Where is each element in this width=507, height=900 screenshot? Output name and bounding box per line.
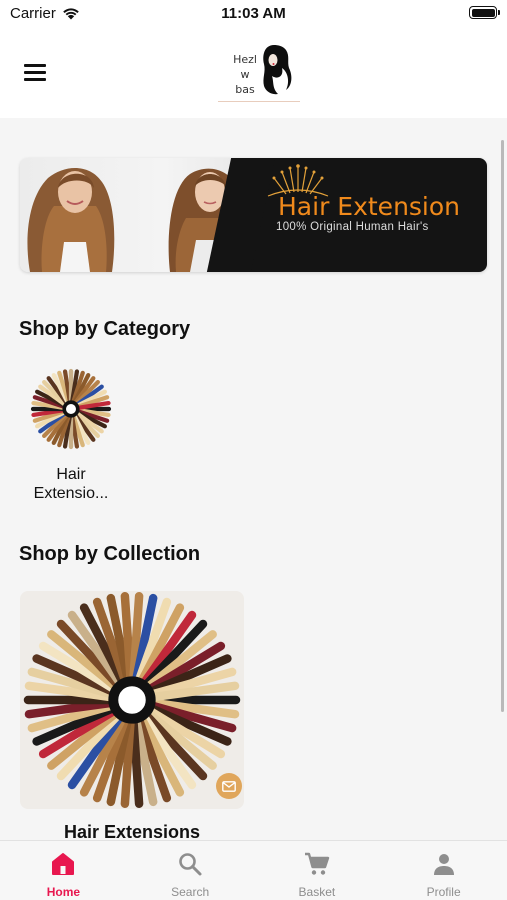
app-header: Hezl w bas xyxy=(0,28,507,118)
mail-icon xyxy=(222,780,236,792)
scrollbar[interactable] xyxy=(501,140,504,712)
category-section-title: Shop by Category xyxy=(19,318,191,340)
tab-profile[interactable]: Profile xyxy=(380,841,507,900)
hair-swatch-wheel-image xyxy=(23,591,241,809)
logo-text: Hezl w bas xyxy=(233,53,257,96)
brand-logo[interactable]: Hezl w bas xyxy=(218,40,300,102)
status-bar: Carrier 11:03 AM xyxy=(0,0,507,28)
mail-button[interactable] xyxy=(216,773,242,799)
menu-button[interactable] xyxy=(24,64,46,81)
collection-card-hair-extensions[interactable] xyxy=(20,591,244,809)
tab-basket[interactable]: Basket xyxy=(254,841,381,900)
search-icon xyxy=(179,853,202,876)
menu-icon-bar xyxy=(24,64,46,67)
bottom-tab-bar: Home Search Basket Profile xyxy=(0,840,507,900)
home-icon xyxy=(52,853,75,875)
tab-label: Basket xyxy=(298,885,336,899)
home-content[interactable]: Hair Extension 100% Original Human Hair'… xyxy=(0,118,507,840)
status-time: 11:03 AM xyxy=(221,5,286,22)
collection-label: Hair Extensions xyxy=(63,822,201,840)
promo-banner[interactable]: Hair Extension 100% Original Human Hair'… xyxy=(20,158,487,272)
menu-icon-bar xyxy=(24,78,46,81)
cart-icon xyxy=(304,852,330,875)
hair-swatch-wheel-image xyxy=(30,368,112,450)
person-icon xyxy=(433,854,454,875)
menu-icon-bar xyxy=(24,71,46,74)
tab-label: Search xyxy=(171,885,210,899)
tab-label: Profile xyxy=(426,885,461,899)
category-label: Hair Extensio... xyxy=(33,466,109,502)
woman-silhouette-icon xyxy=(263,45,292,95)
tab-home[interactable]: Home xyxy=(0,841,127,900)
banner-title: Hair Extension xyxy=(278,192,461,221)
banner-subtitle: 100% Original Human Hair's xyxy=(276,221,429,233)
collection-section-title: Shop by Collection xyxy=(19,543,201,565)
tab-label: Home xyxy=(46,885,81,899)
tab-search[interactable]: Search xyxy=(127,841,254,900)
category-item-hair-extensions[interactable]: Hair Extensio... xyxy=(30,368,112,503)
battery-icon xyxy=(469,6,500,19)
